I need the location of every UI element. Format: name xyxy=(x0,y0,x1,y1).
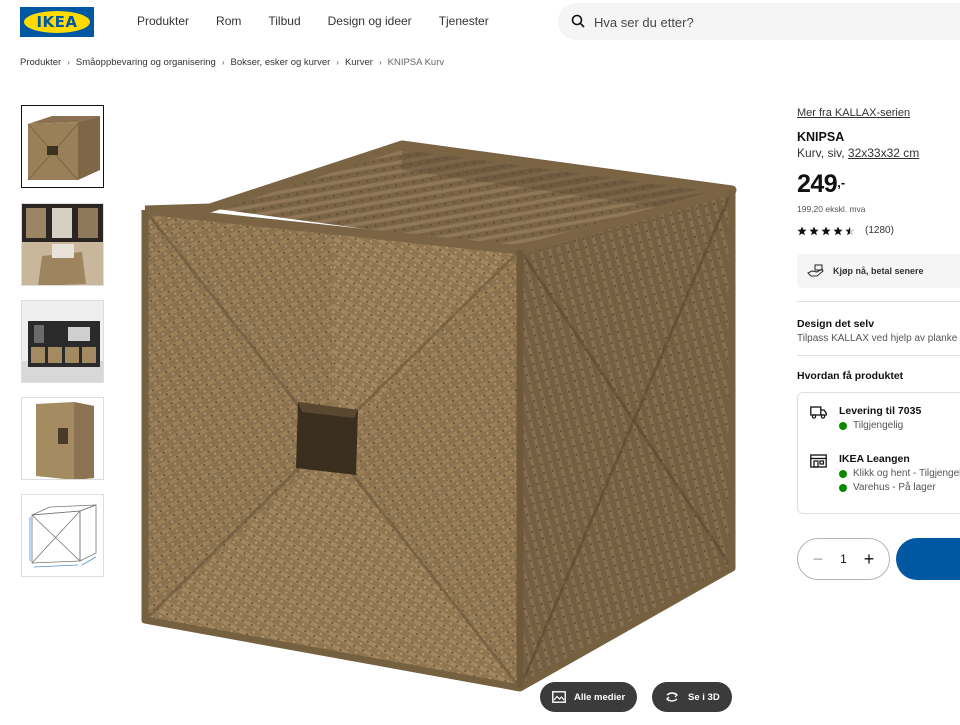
thumbnail-product[interactable] xyxy=(21,105,104,188)
truck-icon xyxy=(810,406,827,419)
star-icon xyxy=(821,226,831,235)
product-description: Kurv, siv, 32x33x32 cm xyxy=(797,146,919,160)
main-product-image[interactable] xyxy=(120,100,760,710)
chevron-right-icon: › xyxy=(67,58,70,67)
series-link[interactable]: Mer fra KALLAX-serien xyxy=(797,107,910,119)
quantity-stepper: − 1 + xyxy=(797,538,890,580)
thumbnail-basket-image xyxy=(22,106,103,187)
thumbnail-dimensions-image xyxy=(22,495,103,576)
main-nav: Produkter Rom Tilbud Design og ideer Tje… xyxy=(137,14,516,28)
breadcrumb-smaoppbevaring[interactable]: Småoppbevaring og organisering xyxy=(76,57,216,68)
product-size-link[interactable]: 32x33x32 cm xyxy=(848,146,919,160)
warehouse-status: Varehus - På lager xyxy=(839,482,960,493)
availability-title: Hvordan få produktet xyxy=(797,370,904,382)
availability-box: Levering til 7035 Tilgjengelig IKEA Lean… xyxy=(797,392,960,514)
product-type: Kurv, siv, xyxy=(797,146,845,160)
warehouse-text: Varehus - På lager xyxy=(853,482,936,493)
klarna-banner[interactable]: Kjøp nå, betal senere xyxy=(797,254,960,288)
store-icon xyxy=(810,454,827,468)
breadcrumb-bokser[interactable]: Bokser, esker og kurver xyxy=(231,57,331,68)
star-icon xyxy=(809,226,819,235)
delivery-row[interactable]: Levering til 7035 Tilgjengelig xyxy=(810,405,921,431)
product-price: 249 ,- xyxy=(797,170,845,199)
rating-count: (1280) xyxy=(865,225,894,236)
add-to-cart-button[interactable] xyxy=(896,538,960,580)
breadcrumb: Produkter › Småoppbevaring og organiseri… xyxy=(20,57,444,68)
thumbnail-shelf-image xyxy=(22,301,103,382)
view-3d-label: Se i 3D xyxy=(688,691,720,703)
klarna-text: Kjøp nå, betal senere xyxy=(833,266,924,276)
breadcrumb-kurver[interactable]: Kurver xyxy=(345,57,373,68)
delivery-status-text: Tilgjengelig xyxy=(853,420,904,431)
logo-text: IKEA xyxy=(36,13,78,31)
logo-oval: IKEA xyxy=(24,11,90,33)
price-ex-vat: 199,20 ekskl. mva xyxy=(797,204,866,214)
rotate-3d-icon xyxy=(666,692,678,702)
store-title: IKEA Leangen xyxy=(839,453,910,465)
thumbnail-shelf[interactable] xyxy=(21,300,104,383)
design-title[interactable]: Design det selv xyxy=(797,318,874,330)
quantity-value[interactable]: 1 xyxy=(840,552,847,566)
click-collect-status: Klikk og hent - Tilgjengelig xyxy=(839,468,960,479)
star-icon xyxy=(833,226,843,235)
gallery-icon xyxy=(552,691,566,703)
nav-tjenester[interactable]: Tjenester xyxy=(439,14,489,28)
all-media-button[interactable]: Alle medier xyxy=(540,682,638,712)
design-subtitle: Tilpass KALLAX ved hjelp av planke xyxy=(797,333,958,344)
thumbnail-dimensions[interactable] xyxy=(21,494,104,577)
status-dot xyxy=(839,469,847,478)
thumbnail-room-image xyxy=(22,204,103,285)
click-collect-text: Klikk og hent - Tilgjengelig xyxy=(853,468,960,479)
status-dot xyxy=(839,421,847,430)
delivery-status: Tilgjengelig xyxy=(839,420,921,431)
half-star-icon xyxy=(845,226,855,235)
nav-tilbud[interactable]: Tilbud xyxy=(268,14,300,28)
nav-produkter[interactable]: Produkter xyxy=(137,14,189,28)
price-suffix: ,- xyxy=(837,175,846,190)
delivery-title: Levering til 7035 xyxy=(839,405,922,417)
divider xyxy=(797,355,960,356)
chevron-right-icon: › xyxy=(221,58,225,67)
hand-card-icon xyxy=(807,264,824,277)
thumbnail-detail-image xyxy=(22,398,103,479)
chevron-right-icon: › xyxy=(336,58,339,67)
search-icon xyxy=(571,14,585,28)
increase-quantity-button[interactable]: + xyxy=(859,550,879,568)
view-3d-button[interactable]: Se i 3D xyxy=(652,682,732,712)
price-value: 249 xyxy=(797,170,838,198)
chevron-right-icon: › xyxy=(378,58,382,67)
nav-rom[interactable]: Rom xyxy=(216,14,241,28)
all-media-label: Alle medier xyxy=(574,691,626,703)
breadcrumb-produkter[interactable]: Produkter xyxy=(20,57,61,68)
product-name: KNIPSA xyxy=(797,130,845,144)
nav-design-og-ideer[interactable]: Design og ideer xyxy=(328,14,412,28)
star-icon xyxy=(797,226,807,235)
divider xyxy=(797,301,960,302)
rating[interactable]: (1280) xyxy=(797,225,894,236)
status-dot xyxy=(839,483,847,492)
ikea-logo[interactable]: IKEA xyxy=(20,7,94,37)
thumbnail-room[interactable] xyxy=(21,203,104,286)
rating-stars xyxy=(797,226,857,236)
breadcrumb-current: KNIPSA Kurv xyxy=(387,57,445,68)
store-row[interactable]: IKEA Leangen Klikk og hent - Tilgjengeli… xyxy=(810,453,960,493)
product-info-panel: Mer fra KALLAX-serien KNIPSA Kurv, siv, … xyxy=(797,0,960,725)
basket-illustration xyxy=(141,140,737,692)
thumbnail-detail[interactable] xyxy=(21,397,104,480)
decrease-quantity-button[interactable]: − xyxy=(808,550,828,568)
